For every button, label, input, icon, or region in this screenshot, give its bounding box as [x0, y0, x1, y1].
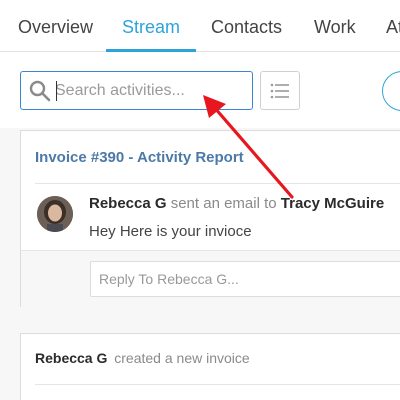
reply-input[interactable]: Reply To Rebecca G...	[90, 261, 400, 297]
activity-message: Hey Here is your invioce	[89, 223, 252, 240]
tab-stream[interactable]: Stream	[105, 0, 197, 52]
activity-action: created a new invoice	[114, 350, 250, 366]
activity-card: Invoice #390 - Activity Report Rebecca G…	[20, 130, 400, 308]
list-view-button[interactable]	[260, 71, 300, 110]
search-icon	[29, 80, 51, 102]
recipient-name[interactable]: Tracy McGuire	[281, 195, 384, 212]
search-box[interactable]	[20, 71, 253, 110]
tab-overview[interactable]: Overview	[18, 0, 93, 52]
person-avatar-icon	[37, 196, 73, 232]
action-button-partial[interactable]	[382, 71, 400, 111]
divider	[35, 183, 400, 184]
tab-work[interactable]: Work	[314, 0, 356, 52]
activity-summary: Rebecca G created a new invoice	[35, 350, 250, 366]
stream-page: Overview Stream Contacts Work At	[0, 0, 400, 400]
tab-bar: Overview Stream Contacts Work At	[0, 0, 400, 52]
text-caret	[56, 81, 57, 101]
actor-name[interactable]: Rebecca G	[35, 350, 107, 366]
stream-toolbar	[0, 52, 400, 128]
actor-name[interactable]: Rebecca G	[89, 195, 167, 212]
tab-at[interactable]: At	[386, 0, 400, 52]
divider	[35, 384, 400, 385]
activity-action: sent an email to	[170, 195, 277, 212]
list-icon	[270, 83, 289, 99]
tab-contacts[interactable]: Contacts	[211, 0, 282, 52]
reply-area: Reply To Rebecca G...	[21, 250, 400, 308]
card-title[interactable]: Invoice #390 - Activity Report	[35, 149, 244, 166]
avatar	[37, 196, 73, 232]
activity-summary: Rebecca G sent an email to Tracy McGuire	[89, 195, 384, 212]
activity-card: Rebecca G created a new invoice	[20, 333, 400, 400]
search-input[interactable]	[55, 77, 245, 104]
